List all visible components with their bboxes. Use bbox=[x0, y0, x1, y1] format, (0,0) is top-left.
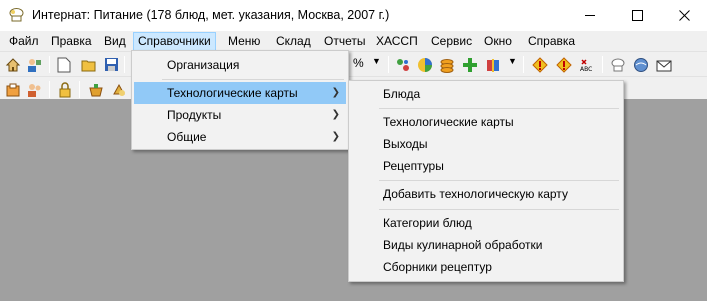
title-bar: Интернат: Питание (178 блюд, мет. указан… bbox=[0, 0, 707, 31]
menu-haccp[interactable]: ХАССП bbox=[372, 33, 422, 50]
document-icon[interactable] bbox=[3, 80, 23, 99]
menu-separator bbox=[379, 180, 619, 181]
close-button[interactable] bbox=[661, 0, 707, 31]
percent-label: % bbox=[353, 56, 364, 70]
home-icon[interactable] bbox=[3, 55, 23, 74]
maximize-button[interactable] bbox=[614, 0, 660, 31]
menu-item-dishes[interactable]: Блюда bbox=[351, 83, 621, 105]
menu-separator bbox=[162, 79, 344, 80]
menu-bar: Файл Правка Вид Справочники Меню Склад О… bbox=[0, 31, 707, 51]
menu-item-tech-cards[interactable]: Технологические карты ❯ bbox=[134, 82, 346, 104]
menu-item-tech-cards-list[interactable]: Технологические карты bbox=[351, 111, 621, 133]
directories-menu: Организация Технологические карты ❯ Прод… bbox=[131, 50, 349, 150]
minimize-button[interactable] bbox=[567, 0, 613, 31]
chef-icon[interactable] bbox=[608, 55, 628, 74]
menu-item-products[interactable]: Продукты ❯ bbox=[134, 104, 346, 126]
menu-item-label: Категории блюд bbox=[383, 216, 472, 230]
menu-separator bbox=[379, 108, 619, 109]
menu-item-label: Сборники рецептур bbox=[383, 260, 492, 274]
menu-item-label: Виды кулинарной обработки bbox=[383, 238, 543, 252]
menu-item-label: Организация bbox=[167, 58, 240, 72]
menu-item-label: Блюда bbox=[383, 87, 421, 101]
menu-item-add-tech-card[interactable]: Добавить технологическую карту bbox=[351, 183, 621, 205]
submenu-arrow-icon: ❯ bbox=[331, 109, 340, 120]
open-folder-icon[interactable] bbox=[79, 55, 99, 74]
menu-item-label: Технологические карты bbox=[167, 86, 298, 100]
menu-item-label: Общие bbox=[167, 130, 207, 144]
menu-item-recipes[interactable]: Рецептуры bbox=[351, 155, 621, 177]
window-title: Интернат: Питание (178 блюд, мет. указан… bbox=[32, 8, 390, 22]
ingredients-icon[interactable] bbox=[109, 80, 129, 99]
menu-service[interactable]: Сервис bbox=[427, 33, 476, 50]
lock-icon[interactable] bbox=[55, 80, 75, 99]
menu-directories[interactable]: Справочники bbox=[133, 32, 216, 51]
menu-item-label: Технологические карты bbox=[383, 115, 514, 129]
save-icon[interactable] bbox=[101, 55, 121, 74]
add-icon[interactable] bbox=[460, 55, 480, 74]
book-icon[interactable] bbox=[483, 55, 503, 74]
menu-item-recipe-collections[interactable]: Сборники рецептур bbox=[351, 256, 621, 278]
menu-view[interactable]: Вид bbox=[100, 33, 130, 50]
menu-reports[interactable]: Отчеты bbox=[320, 33, 369, 50]
menu-item-label: Добавить технологическую карту bbox=[383, 187, 568, 201]
pie-chart-icon[interactable] bbox=[415, 55, 435, 74]
tools-icon[interactable] bbox=[393, 55, 413, 74]
menu-item-label: Выходы bbox=[383, 137, 428, 151]
globe-icon[interactable] bbox=[631, 55, 651, 74]
menu-item-outputs[interactable]: Выходы bbox=[351, 133, 621, 155]
menu-item-label: Продукты bbox=[167, 108, 222, 122]
submenu-arrow-icon: ❯ bbox=[331, 131, 340, 142]
svg-text:ABC: ABC bbox=[580, 66, 592, 73]
menu-separator bbox=[379, 209, 619, 210]
menu-item-organization[interactable]: Организация bbox=[134, 54, 346, 76]
zoom-dropdown-arrow[interactable]: ▼ bbox=[372, 56, 381, 66]
menu-item-dish-categories[interactable]: Категории блюд bbox=[351, 212, 621, 234]
staff-icon[interactable] bbox=[24, 80, 44, 99]
book-dropdown-arrow[interactable]: ▼ bbox=[508, 56, 517, 66]
submenu-arrow-icon: ❯ bbox=[331, 87, 340, 98]
chef-hat-icon[interactable] bbox=[8, 7, 25, 24]
menu-menu[interactable]: Меню bbox=[224, 33, 264, 50]
spellcheck-icon[interactable]: ABC bbox=[577, 55, 597, 74]
menu-item-cooking-methods[interactable]: Виды кулинарной обработки bbox=[351, 234, 621, 256]
warning-icon[interactable] bbox=[530, 55, 550, 74]
menu-help[interactable]: Справка bbox=[524, 33, 579, 50]
new-file-icon[interactable] bbox=[54, 55, 74, 74]
menu-item-general[interactable]: Общие ❯ bbox=[134, 126, 346, 148]
menu-item-label: Рецептуры bbox=[383, 159, 444, 173]
menu-warehouse[interactable]: Склад bbox=[272, 33, 315, 50]
menu-file[interactable]: Файл bbox=[5, 33, 43, 50]
coins-icon[interactable] bbox=[437, 55, 457, 74]
pot-icon[interactable] bbox=[86, 80, 106, 99]
menu-window[interactable]: Окно bbox=[480, 33, 516, 50]
tech-cards-submenu: Блюда Технологические карты Выходы Рецеп… bbox=[348, 80, 624, 282]
main-toolbar: % ▼ ▼ ABC bbox=[0, 51, 707, 76]
mail-icon[interactable] bbox=[654, 55, 674, 74]
warning-check-icon[interactable] bbox=[554, 55, 574, 74]
users-icon[interactable] bbox=[24, 55, 44, 74]
menu-edit[interactable]: Правка bbox=[47, 33, 96, 50]
